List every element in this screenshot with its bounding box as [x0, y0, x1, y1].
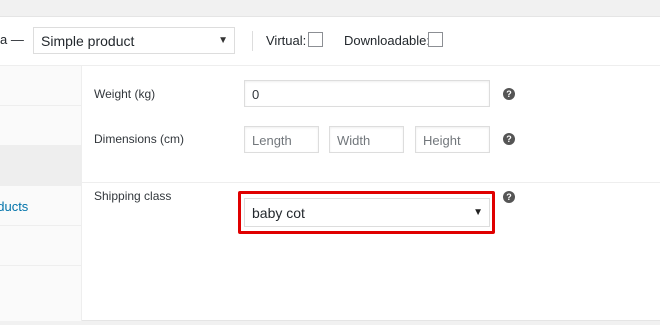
weight-input[interactable]: 0 [244, 80, 490, 107]
section-divider [82, 182, 660, 183]
tab-inventory[interactable] [0, 106, 81, 146]
tab-linked-products[interactable]: oducts [0, 186, 81, 226]
product-data-tabs: oducts [0, 66, 82, 321]
product-data-panel: a — Simple product ▼ Virtual: Downloadab… [0, 16, 660, 321]
header-divider [252, 31, 253, 51]
weight-value: 0 [252, 87, 260, 102]
width-placeholder: Width [337, 133, 371, 148]
product-data-header: a — Simple product ▼ Virtual: Downloadab… [0, 17, 660, 66]
dimensions-help-icon[interactable]: ? [503, 133, 515, 145]
shipping-class-label: Shipping class [94, 189, 172, 203]
tab-general[interactable] [0, 66, 81, 106]
highlight-box [238, 191, 495, 234]
height-placeholder: Height [423, 133, 461, 148]
dimensions-label: Dimensions (cm) [94, 132, 185, 146]
product-data-title-fragment: a — [0, 32, 24, 47]
tab-shipping[interactable] [0, 146, 81, 186]
tab-advanced[interactable] [0, 266, 81, 306]
weight-label: Weight (kg) [94, 87, 156, 101]
downloadable-checkbox[interactable] [428, 32, 443, 47]
downloadable-label: Downloadable: [344, 33, 431, 48]
product-type-select[interactable]: Simple product ▼ [33, 27, 235, 54]
height-input[interactable]: Height [415, 126, 490, 153]
weight-help-icon[interactable]: ? [503, 88, 515, 100]
virtual-checkbox[interactable] [308, 32, 323, 47]
length-input[interactable]: Length [244, 126, 319, 153]
shipping-class-help-icon[interactable]: ? [503, 191, 515, 203]
tab-linked-products-label: oducts [0, 199, 29, 214]
product-type-value: Simple product [41, 33, 135, 49]
tab-attributes[interactable] [0, 226, 81, 266]
virtual-label: Virtual: [266, 33, 307, 48]
length-placeholder: Length [252, 133, 292, 148]
dropdown-arrow-icon: ▼ [218, 35, 228, 46]
width-input[interactable]: Width [329, 126, 404, 153]
